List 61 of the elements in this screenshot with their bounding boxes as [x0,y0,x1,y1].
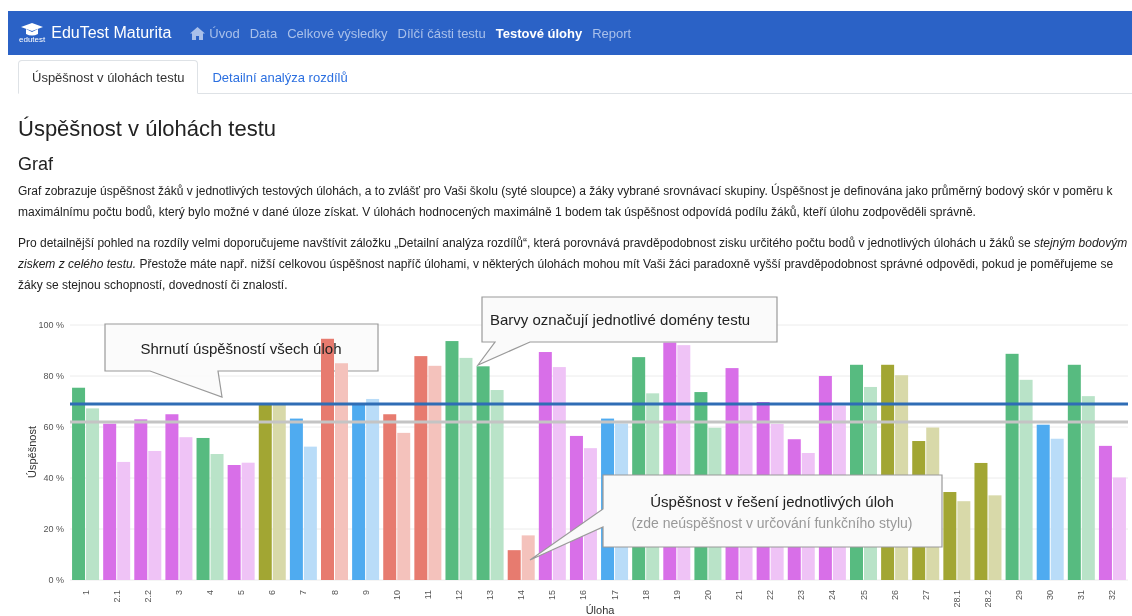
x-tick-label: 28.1 [951,590,962,608]
x-tick-label: 28.2 [982,590,993,608]
callout-note: (zde neúspěšnost v určování funkčního stylu) [631,515,913,531]
y-tick-label: 80 % [43,371,64,381]
x-tick-label: 20 [702,590,713,600]
x-tick-label: 21 [734,590,745,600]
x-tick-label: 23 [796,590,807,600]
x-tick-label: 1 [80,590,91,595]
x-tick-label: 19 [671,590,682,600]
y-tick-label: 60 % [43,422,64,432]
y-tick-label: 0 % [48,575,64,585]
x-tick-label: 16 [578,590,589,600]
x-tick-label: 32 [1107,590,1118,600]
x-tick-label: 18 [640,590,651,600]
callout-text: Úspěšnost v řešení jednotlivých úloh [650,493,894,510]
x-tick-label: 31 [1076,590,1087,600]
y-tick-label: 40 % [43,473,64,483]
x-tick-label: 27 [920,590,931,600]
brand-name[interactable]: EduTest Maturita [51,24,172,42]
x-tick-label: 10 [391,590,402,600]
nav-link[interactable]: Úvod [185,25,245,41]
x-tick-label: 25 [858,590,869,600]
x-tick-label: 24 [827,590,838,600]
x-tick-label: 13 [485,590,496,600]
x-tick-label: 2.2 [142,590,153,603]
y-axis-title: Úspěšnost [26,426,38,478]
x-tick-label: 4 [205,590,216,595]
paragraph: Graf zobrazuje úspěšnost žáků v jednotlivých testových úlohách, a to zvlášť pro Vaši školu (syté sloupce) a žáky vybrané srovnávací skupiny. Úspěšnost je definována jako průměrný bodový skór v poměru k maximálnímu počtu bodů, který bylo možné v dané úloze získat. V úlohách hodnocených maximálně 1 bodem tak úspěšnost odpovídá podílu žáků, kteří úlohu zodpověděli správně. [18,182,1114,221]
y-tick-label: 20 % [43,524,64,534]
callout-text: Barvy označují jednotlivé domény testu [490,311,751,328]
x-tick-label: 14 [516,590,527,600]
x-tick-label: 15 [547,590,558,600]
x-axis-title: Úloha [585,604,615,616]
logo-caption: edutest [19,35,46,44]
x-tick-label: 3 [173,590,184,595]
x-tick-label: 17 [609,590,620,600]
home-icon [190,26,206,40]
x-tick-label: 9 [360,590,371,595]
tab[interactable]: Úspěšnost v úlohách testu [18,60,199,94]
x-tick-label: 30 [1045,590,1056,600]
tab[interactable]: Detailní analýza rozdílů [198,60,362,94]
x-tick-label: 8 [329,590,340,595]
nav-link[interactable]: Report [587,25,637,41]
x-tick-label: 6 [267,590,278,595]
section-title: Graf [18,154,54,175]
x-tick-label: 7 [298,590,309,595]
nav-link[interactable]: Testové úlohy [490,25,588,41]
y-tick-label: 100 % [38,320,64,330]
x-tick-label: 29 [1014,590,1025,600]
graduation-cap-icon [21,22,44,36]
x-tick-label: 5 [236,590,247,595]
nav-link[interactable]: Data [244,25,283,41]
x-tick-label: 26 [889,590,900,600]
x-tick-label: 2.1 [111,590,122,603]
x-tick-label: 12 [453,590,464,600]
x-tick-label: 22 [765,590,776,600]
paragraph: Pro detailnější pohled na rozdíly velmi doporučujeme navštívit záložku „Detailní analýza rozdílů“, která porovnává pravděpodobnost zisku určitého počtu bodů v jednotlivých úlohách u žáků se stejným bodovým ziskem z celého testu. Přestože máte např. nižší celkovou úspěšnost napříč úlohami, v některých úlohách mohou mít Vaši žáci paradoxně vyšší pravděpodobnost správné odpovědi, pokud je poměřujeme se žáky se stejnou schopností, dovedností či znalostí. [18,235,1128,294]
page-title: Úspěšnost v úlohách testu [18,116,278,142]
nav-link[interactable]: Dílčí části testu [392,25,491,41]
nav-link[interactable]: Celkové výsledky [282,25,393,41]
x-tick-label: 11 [422,590,433,600]
